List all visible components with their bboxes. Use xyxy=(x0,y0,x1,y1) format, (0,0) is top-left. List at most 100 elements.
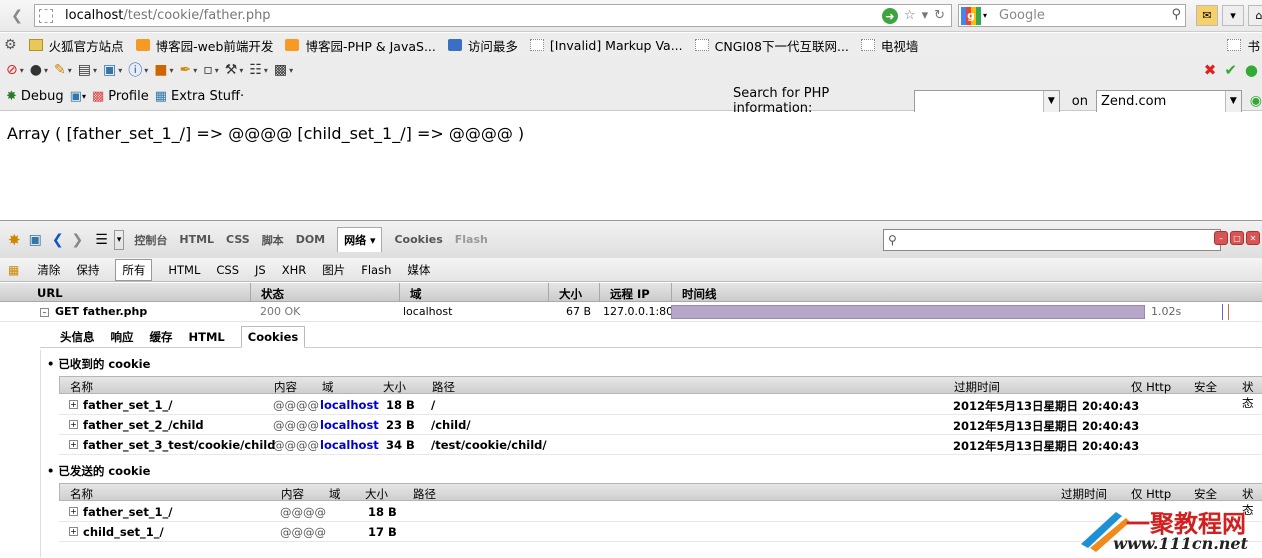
filter-all[interactable]: 所有 xyxy=(115,258,153,281)
misc-menu[interactable]: ■ ▾ xyxy=(154,62,173,78)
filter-js[interactable]: JS xyxy=(255,263,266,277)
cookie-domain[interactable]: localhost xyxy=(320,418,379,432)
detach-icon[interactable]: □ xyxy=(1230,231,1244,245)
tab-headers[interactable]: 头信息 xyxy=(60,329,95,345)
firebug-icon[interactable]: ✸ xyxy=(8,231,21,249)
bookmark-item[interactable]: 火狐官方站点 xyxy=(28,36,124,55)
filter-images[interactable]: 图片 xyxy=(322,262,345,278)
expand-icon[interactable]: + xyxy=(69,440,78,449)
bookmark-item[interactable]: CNGI08下一代互联网... xyxy=(694,36,849,55)
source-menu[interactable]: ☷ ▾ xyxy=(249,62,268,78)
reload-icon[interactable]: ↻ xyxy=(934,8,945,24)
header-domain[interactable]: 域 xyxy=(329,486,341,502)
forms-menu[interactable]: ▤ ▾ xyxy=(78,62,97,78)
header-size[interactable]: 大小 xyxy=(365,486,388,502)
col-status[interactable]: 状态 xyxy=(261,286,284,302)
disable-menu[interactable]: ⊘ ▾ xyxy=(6,62,24,78)
col-size[interactable]: 大小 xyxy=(559,286,582,302)
user-menu[interactable]: ● ▾ xyxy=(30,62,48,78)
dropdown-icon[interactable]: ▾ xyxy=(922,8,929,24)
search-box[interactable]: g ▾ Google ⚲ xyxy=(958,4,1186,27)
header-secure[interactable]: 安全 xyxy=(1194,486,1217,502)
request-row[interactable]: – GET father.php 200 OK localhost 67 B 1… xyxy=(0,302,1262,322)
status-icon[interactable]: ● xyxy=(1245,61,1258,79)
filter-html[interactable]: HTML xyxy=(168,263,200,277)
header-content[interactable]: 内容 xyxy=(274,379,297,395)
tab-detail-html[interactable]: HTML xyxy=(189,330,225,344)
forward-icon[interactable]: ❯ xyxy=(72,232,84,248)
star-bookmark-icon[interactable]: ☆ xyxy=(904,8,916,24)
outline-menu[interactable]: ✒ ▾ xyxy=(180,62,198,78)
site-identity-icon[interactable] xyxy=(39,8,53,23)
minimize-icon[interactable]: – xyxy=(1214,231,1228,245)
chevron-down-icon[interactable]: ▼ xyxy=(1042,90,1059,112)
site-select[interactable]: Zend.com ▼ xyxy=(1096,89,1242,113)
tab-html[interactable]: HTML xyxy=(179,233,214,246)
bookmark-item[interactable]: 访问最多 xyxy=(447,36,518,55)
tab-dom[interactable]: DOM xyxy=(296,233,325,246)
filter-media[interactable]: 媒体 xyxy=(407,262,430,278)
clear-button[interactable]: 清除 xyxy=(37,262,60,278)
menu-dropdown-icon[interactable]: ▾ xyxy=(1222,5,1244,26)
table-row[interactable]: + father_set_3_test/cookie/child @@@@ lo… xyxy=(59,435,1262,455)
col-remote-ip[interactable]: 远程 IP xyxy=(610,286,650,302)
chevron-down-icon[interactable]: ▾ xyxy=(113,229,125,250)
tab-cache[interactable]: 缓存 xyxy=(150,329,173,345)
header-secure[interactable]: 安全 xyxy=(1194,379,1217,395)
header-expires[interactable]: 过期时间 xyxy=(1061,486,1107,502)
header-size[interactable]: 大小 xyxy=(383,379,406,395)
header-content[interactable]: 内容 xyxy=(281,486,304,502)
close-icon[interactable]: ✕ xyxy=(1246,231,1260,245)
expand-icon[interactable]: + xyxy=(69,420,78,429)
header-path[interactable]: 路径 xyxy=(432,379,455,395)
firebug-icon[interactable]: ✉ xyxy=(1196,5,1218,26)
error-icon[interactable]: ✖ xyxy=(1204,61,1217,79)
search-icon[interactable]: ⚲ xyxy=(1171,7,1181,22)
tab-detail-cookies[interactable]: Cookies xyxy=(240,325,306,348)
col-domain[interactable]: 域 xyxy=(410,286,422,302)
tab-flash[interactable]: Flash xyxy=(455,233,488,246)
header-expires[interactable]: 过期时间 xyxy=(954,379,1000,395)
images-menu[interactable]: ▣ ▾ xyxy=(103,62,122,78)
monitor-menu[interactable]: ▣ ▾ xyxy=(70,89,86,104)
search-engine-dropdown-icon[interactable]: ▾ xyxy=(983,11,987,20)
tools-menu[interactable]: ⚒ ▾ xyxy=(225,62,244,78)
collapse-icon[interactable]: – xyxy=(40,308,49,317)
header-http-only[interactable]: 仅 Http xyxy=(1131,379,1171,395)
cookie-domain[interactable]: localhost xyxy=(320,438,379,452)
back-icon[interactable]: ❮ xyxy=(52,232,64,248)
filter-xhr[interactable]: XHR xyxy=(282,263,307,277)
table-row[interactable]: + father_set_2_/child @@@@ localhost 23 … xyxy=(59,415,1262,435)
url-bar[interactable]: localhost/test/cookie/father.php ➜ ☆ ▾ ↻ xyxy=(34,4,952,27)
profile-button[interactable]: ▩ Profile xyxy=(92,89,149,104)
gear-icon[interactable]: ⚙ xyxy=(4,37,17,53)
chevron-down-icon[interactable]: ▼ xyxy=(1224,90,1241,112)
table-row[interactable]: + father_set_1_/ @@@@ localhost 18 B / 2… xyxy=(59,395,1262,415)
tab-cookies[interactable]: Cookies xyxy=(394,233,442,246)
bookmark-item[interactable]: 博客园-web前端开发 xyxy=(135,36,273,55)
col-url[interactable]: URL xyxy=(37,286,63,300)
resize-menu[interactable]: ▫ ▾ xyxy=(203,62,219,78)
header-http-only[interactable]: 仅 Http xyxy=(1131,486,1171,502)
info-menu[interactable]: ⓘ ▾ xyxy=(128,60,148,80)
home-icon[interactable]: ⌂ xyxy=(1248,5,1262,26)
bookmark-overflow[interactable]: 书 xyxy=(1227,36,1260,55)
debug-button[interactable]: ✸ Debug xyxy=(6,89,64,104)
expand-icon[interactable]: + xyxy=(69,400,78,409)
header-domain[interactable]: 域 xyxy=(322,379,334,395)
back-arrow-icon[interactable]: ❮ xyxy=(6,5,28,27)
tab-net[interactable]: 网络 ▾ xyxy=(337,227,383,252)
tab-console[interactable]: 控制台 xyxy=(134,232,167,248)
go-icon[interactable]: ◉ xyxy=(1250,93,1262,109)
extra-stuff-menu[interactable]: ▦ Extra Stuff· xyxy=(155,89,244,104)
bookmark-item[interactable]: 电视墙 xyxy=(860,36,918,55)
expand-icon[interactable]: + xyxy=(69,507,78,516)
header-name[interactable]: 名称 xyxy=(70,379,93,395)
pencil-menu[interactable]: ✎ ▾ xyxy=(54,62,72,78)
persist-button[interactable]: 保持 xyxy=(76,262,99,278)
php-search-input[interactable]: ▼ xyxy=(914,89,1060,113)
google-logo-icon[interactable]: g xyxy=(961,6,981,25)
inspect-icon[interactable]: ▣ xyxy=(29,232,42,248)
col-timeline[interactable]: 时间线 xyxy=(682,286,717,302)
cookie-domain[interactable]: localhost xyxy=(320,398,379,412)
